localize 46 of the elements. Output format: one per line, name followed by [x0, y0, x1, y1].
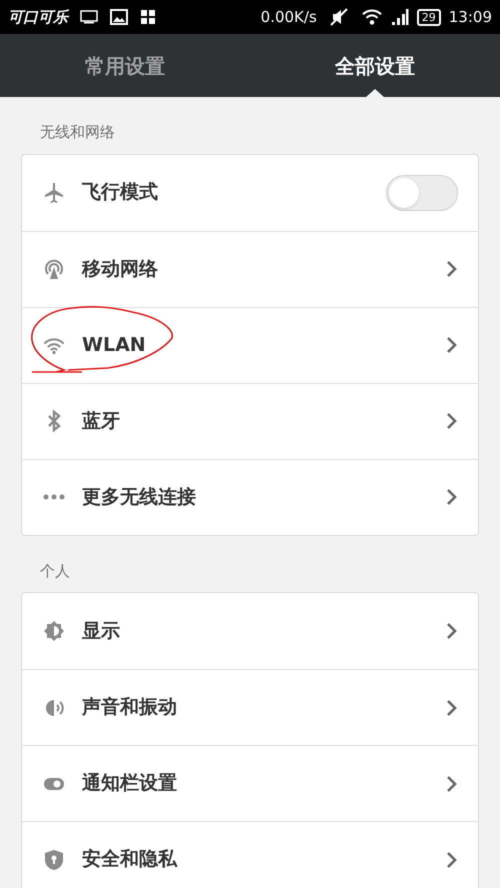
- tab[interactable]: 常用设置: [0, 34, 250, 97]
- chevron-right-icon: [446, 336, 458, 354]
- settings-item[interactable]: WLAN: [22, 306, 478, 382]
- mute-icon: [328, 8, 349, 26]
- chevron-right-icon: [446, 850, 458, 868]
- item-label: 通知栏设置: [82, 771, 177, 796]
- item-label: 安全和隐私: [82, 847, 177, 872]
- chevron-right-icon: [446, 260, 458, 278]
- shield-icon: [42, 848, 66, 872]
- item-label: 移动网络: [82, 256, 158, 282]
- grid-icon: [140, 9, 156, 25]
- chevron-right-icon: [446, 488, 458, 506]
- chevron-right-icon: [446, 774, 458, 792]
- settings-item[interactable]: 声音和振动: [22, 669, 478, 745]
- chevron-right-icon: [446, 698, 458, 716]
- item-label: 蓝牙: [82, 408, 120, 434]
- section-header: 个人: [39, 560, 71, 582]
- toggle-switch[interactable]: [386, 174, 458, 210]
- settings-item[interactable]: 飞行模式: [22, 154, 478, 230]
- settings-item[interactable]: 安全和隐私: [22, 821, 478, 888]
- settings-item[interactable]: 通知栏设置: [22, 745, 478, 821]
- brightness-icon: [42, 619, 66, 643]
- settings-item[interactable]: 蓝牙: [22, 382, 478, 458]
- settings-item[interactable]: 更多无线连接: [22, 458, 478, 534]
- more-icon: [42, 494, 66, 500]
- notification-logo: 可口可乐: [8, 6, 68, 28]
- chevron-right-icon: [446, 412, 458, 430]
- airplane-icon: [42, 180, 66, 204]
- settings-item[interactable]: 显示: [22, 593, 478, 669]
- wifi-signal-icon: [360, 8, 383, 26]
- tab-pointer: [366, 89, 384, 97]
- image-icon: [110, 9, 128, 25]
- item-label: 显示: [82, 618, 120, 644]
- item-label: 更多无线连接: [82, 484, 196, 510]
- item-label: WLAN: [82, 332, 146, 358]
- battery-indicator: 29: [416, 8, 441, 26]
- item-label: 飞行模式: [82, 180, 158, 206]
- item-label: 声音和振动: [82, 695, 177, 720]
- antenna-icon: [42, 257, 66, 281]
- section-header: 无线和网络: [39, 122, 116, 143]
- network-speed: 0.00K/s: [260, 6, 317, 28]
- settings-item[interactable]: 移动网络: [22, 230, 478, 306]
- cell-signal-icon: [390, 8, 409, 26]
- chevron-right-icon: [446, 622, 458, 640]
- clock: 13:09: [448, 6, 492, 28]
- tab[interactable]: 全部设置: [250, 34, 500, 97]
